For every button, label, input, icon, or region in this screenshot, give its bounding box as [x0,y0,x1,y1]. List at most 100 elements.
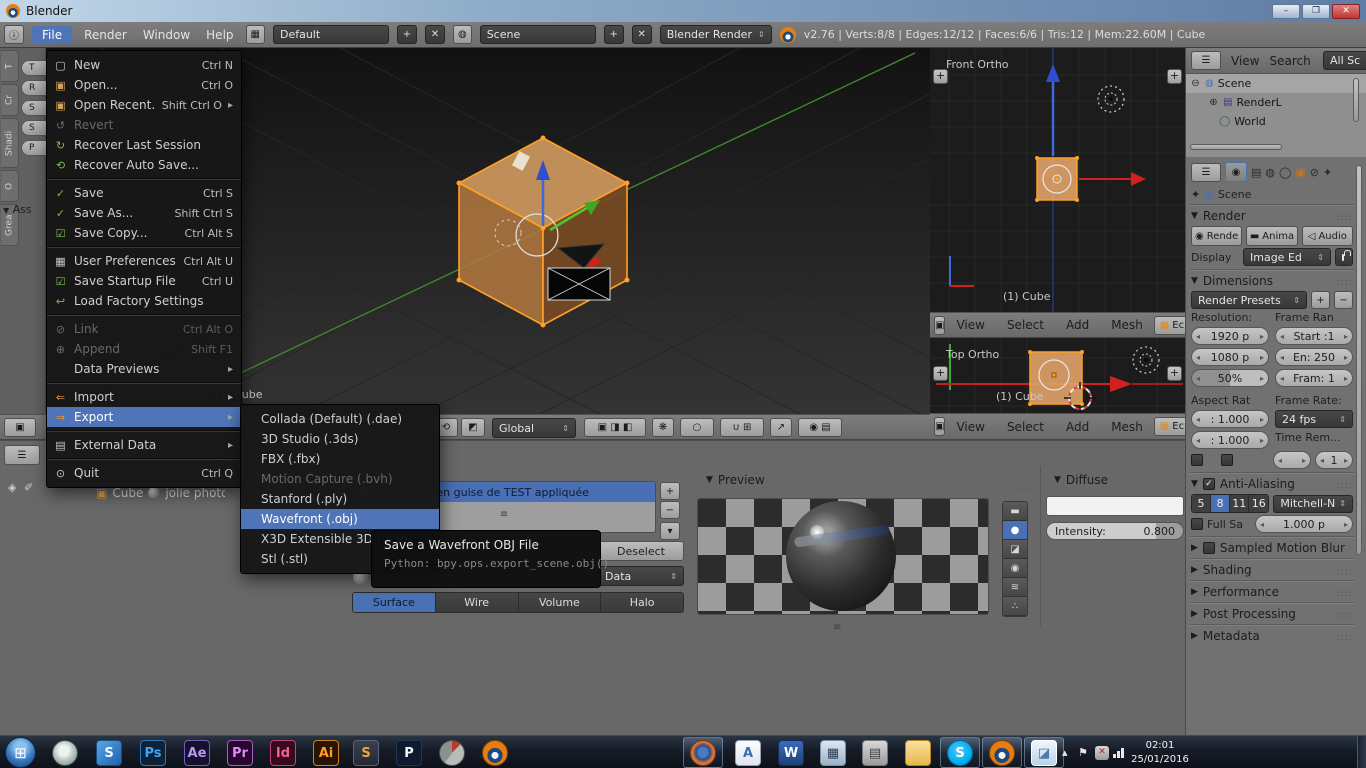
taskbar-icon-explorer[interactable] [905,740,931,766]
menu-item-quit[interactable]: ⊙QuitCtrl Q [47,463,241,483]
window-titlebar[interactable]: Blender – ❐ ✕ [0,0,1366,22]
sampled-motion-blur-header[interactable]: ▶ Sampled Motion Blur [1191,541,1353,555]
shelf-button-translate[interactable]: T [21,60,46,76]
mode-selector[interactable]: ▦Ec [1154,417,1185,436]
panel-drag-dots[interactable] [1337,585,1353,599]
preview-resize-grip[interactable] [833,615,841,634]
scene-icon[interactable]: ◍ [453,25,472,44]
shading-section-header[interactable]: ▶ Shading [1191,563,1353,577]
menu-item-save-startup-file[interactable]: ☑Save Startup FileCtrl U [47,271,241,291]
menu-item-export[interactable]: ⇒Export▸ [47,407,241,427]
panel-drag-dots[interactable] [1337,563,1353,577]
minimize-button[interactable]: – [1272,4,1300,19]
menu-add[interactable]: Add [1055,318,1100,332]
menu-help[interactable]: Help [202,26,237,44]
menu-item-import[interactable]: ⇐Import▸ [47,387,241,407]
proportional-edit-icon[interactable]: ○ [680,418,714,437]
tab-modifiers-icon[interactable]: ✦ [1323,166,1332,179]
taskbar-icon-fax[interactable]: ▤ [862,740,888,766]
post-processing-section-header[interactable]: ▶ Post Processing [1191,607,1353,621]
outliner-item-world[interactable]: ◯ World [1186,112,1366,131]
aa-samples-5[interactable]: 5 [1192,495,1211,512]
editor-type-button[interactable]: ⓘ [4,25,24,44]
menu-mesh[interactable]: Mesh [1100,420,1154,434]
frame-start-field[interactable]: Start :1 [1275,327,1353,345]
taskbar-icon-reaper[interactable] [52,740,78,766]
layout-icon[interactable]: ▦ [246,25,265,44]
export-item-fbx[interactable]: FBX (.fbx) [241,449,439,469]
maximize-button[interactable]: ❐ [1302,4,1330,19]
menu-item-data-previews[interactable]: Data Previews▸ [47,359,241,379]
menu-item-open-recent[interactable]: ▣Open Recent...Shift Ctrl O▸ [47,95,241,115]
layout-selector[interactable]: Default [273,25,389,44]
taskbar-clock[interactable]: 02:01 25/01/2016 [1128,739,1192,766]
frame-step-field[interactable]: Fram: 1 [1275,369,1353,387]
diffuse-color-swatch[interactable] [1046,496,1184,516]
editor-type-3dview-button[interactable]: ▣ [934,417,945,436]
panel-drag-dots[interactable] [1337,607,1353,621]
tray-expand-icon[interactable]: ▴ [1062,746,1068,759]
tray-network-icon[interactable] [1113,746,1124,758]
tab-scene-icon[interactable]: ◍ [1265,166,1275,179]
menu-item-append[interactable]: ⊕AppendShift F1 [47,339,241,359]
animation-button[interactable]: ▬ Anima [1246,226,1297,246]
editor-type-properties-button[interactable]: ☰ [4,445,40,465]
taskbar-open-blender[interactable] [982,737,1022,768]
tab-world-icon[interactable]: ◯ [1279,166,1291,179]
taskbar-icon-calculator[interactable]: ▦ [820,740,846,766]
performance-section-header[interactable]: ▶ Performance [1191,585,1353,599]
expand-icon[interactable]: ⊕ [1208,97,1219,108]
taskbar-icon-after-effects[interactable]: Ae [184,740,210,766]
menu-item-save-copy[interactable]: ☑Save Copy...Ctrl Alt S [47,223,241,243]
motion-blur-checkbox[interactable] [1203,542,1215,554]
menu-item-save[interactable]: ✓SaveCtrl S [47,183,241,203]
menu-item-link[interactable]: ⊘LinkCtrl Alt O [47,319,241,339]
show-desktop-button[interactable] [1357,736,1366,768]
taskbar-icon-indesign[interactable]: Id [270,740,296,766]
preview-monkey-button[interactable]: ◉ [1003,559,1027,578]
preview-panel-header[interactable]: ▼ Preview [706,473,765,487]
region-expand-button[interactable] [1167,69,1182,84]
properties-scrollbar[interactable] [1356,165,1362,555]
preset-add-button[interactable]: + [1311,291,1330,309]
menu-item-external-data[interactable]: ▤External Data▸ [47,435,241,455]
resolution-percent-slider[interactable]: 50% [1191,369,1269,387]
tab-render-icon[interactable]: ◉ [1225,162,1247,182]
resolution-y-field[interactable]: 1080 p [1191,348,1269,366]
type-halo-button[interactable]: Halo [601,593,683,612]
region-expand-button[interactable] [933,69,948,84]
select-mode-icons[interactable]: ▣ ◨ ◧ [584,418,646,437]
outliner-hscrollbar[interactable] [1190,144,1282,150]
pin-icon[interactable]: ◈ [8,481,16,494]
panel-drag-dots[interactable] [1337,274,1353,288]
menu-search[interactable]: Search [1269,54,1310,68]
render-button[interactable]: ◉ Rende [1191,226,1242,246]
scene-close-button[interactable]: ✕ [632,25,652,44]
aa-samples-8[interactable]: 8 [1211,495,1230,512]
menu-mesh[interactable]: Mesh [1100,318,1154,332]
editor-type-outliner-button[interactable]: ☰ [1191,51,1221,70]
export-item-bvh[interactable]: Motion Capture (.bvh) [241,469,439,489]
viewport-top-ortho[interactable]: Top Ortho (1) Cube [930,338,1185,413]
aspect-x-field[interactable]: : 1.000 [1191,410,1269,428]
frame-end-field[interactable]: En: 250 [1275,348,1353,366]
orientation-selector[interactable]: Global [492,418,576,438]
outliner-item-scene[interactable]: ⊖ ◍ Scene [1186,74,1366,93]
taskbar-icon-p-app[interactable]: P [396,740,422,766]
menu-item-load-factory-settings[interactable]: ↩Load Factory Settings [47,291,241,311]
export-item-3ds[interactable]: 3D Studio (.3ds) [241,429,439,449]
layout-close-button[interactable]: ✕ [425,25,445,44]
region-expand-button[interactable] [1167,366,1182,381]
snap-target-icon[interactable]: ↗ [770,418,792,437]
menu-view[interactable]: View [945,420,995,434]
menu-item-new[interactable]: ▢NewCtrl N [47,55,241,75]
tab-renderlayers-icon[interactable]: ▤ [1251,166,1261,179]
taskbar-icon-premiere[interactable]: Pr [227,740,253,766]
menu-item-open[interactable]: ▣Open...Ctrl O [47,75,241,95]
shelf-tab-create[interactable]: Cr [1,84,19,116]
tab-object-icon[interactable]: ▣ [1295,166,1305,179]
aa-samples-16[interactable]: 16 [1249,495,1268,512]
layout-add-button[interactable]: + [397,25,417,44]
taskbar-icon-wordpad[interactable]: A [735,740,761,766]
audio-button[interactable]: ◁ Audio [1302,226,1353,246]
